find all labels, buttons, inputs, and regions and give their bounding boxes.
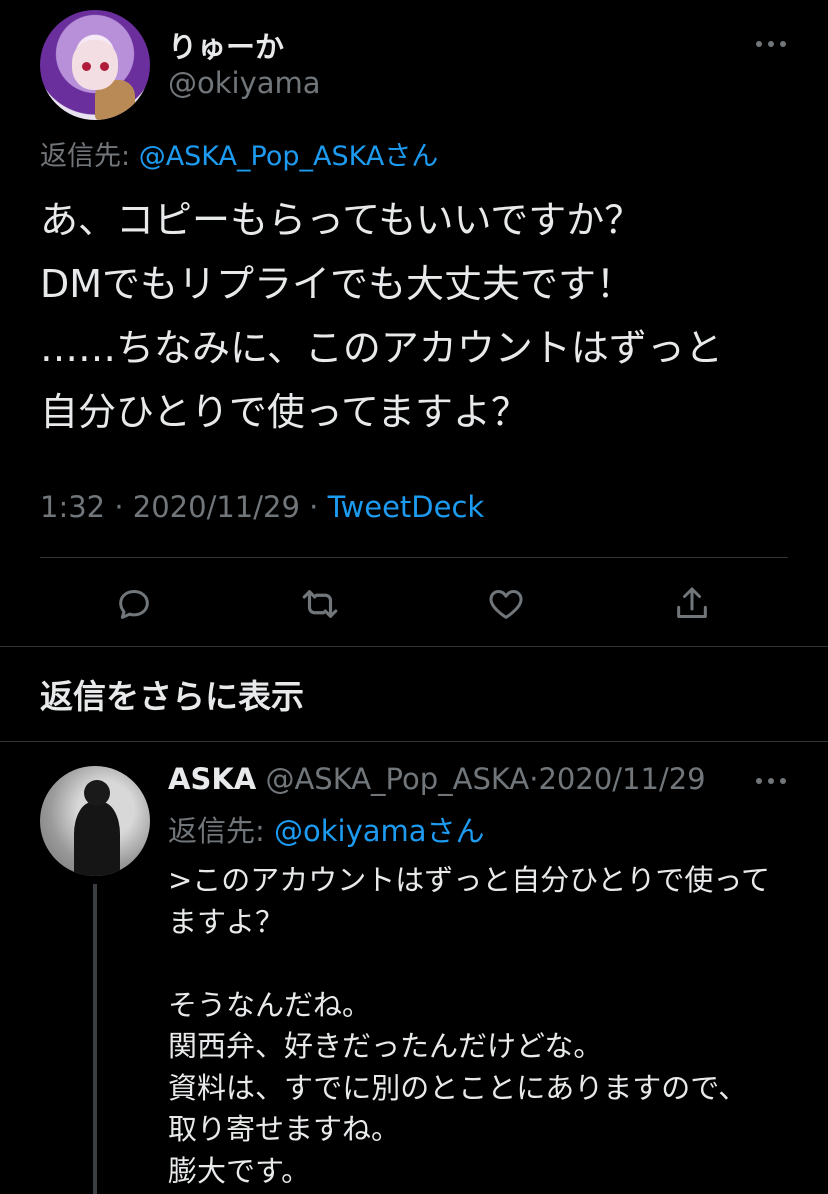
action-bar xyxy=(0,572,828,636)
tweet-text-line: 膨大です。 xyxy=(168,1153,311,1188)
main-tweet: りゅーか @okiyama 返信先: @ASKA_Pop_ASKAさん あ、コピ… xyxy=(0,0,828,646)
show-more-replies-link[interactable]: 返信をさらに表示 xyxy=(40,670,304,718)
avatar[interactable] xyxy=(40,766,150,876)
divider xyxy=(40,557,788,558)
reply-to-label: 返信先: xyxy=(168,814,274,848)
tweet-text: あ、コピーもらってもいいですか？ DMでもリプライでも大丈夫です！ ……ちなみに… xyxy=(40,188,800,444)
share-button[interactable] xyxy=(670,582,714,626)
handle[interactable]: @ASKA_Pop_ASKA xyxy=(265,762,529,796)
reply-to-user-link[interactable]: @okiyamaさん xyxy=(274,814,485,848)
like-button[interactable] xyxy=(484,582,528,626)
tweet-text-line: あ、コピーもらってもいいですか？ xyxy=(40,198,643,242)
tweet-source-link[interactable]: TweetDeck xyxy=(328,490,485,524)
tweet-text-line xyxy=(168,943,798,985)
retweet-button[interactable] xyxy=(298,582,342,626)
retweet-icon xyxy=(302,590,338,618)
reply-tweet[interactable]: ASKA @ASKA_Pop_ASKA·2020/11/29 返信先: @oki… xyxy=(0,742,828,1194)
tweet-text-line: 自分ひとりで使ってますよ？ xyxy=(40,390,530,434)
reply-bubble-icon xyxy=(119,590,149,619)
reply-to-user-link[interactable]: @ASKA_Pop_ASKAさん xyxy=(139,141,439,172)
tweet-text-line: 関西弁、好きだったんだけどな。 xyxy=(168,1029,603,1063)
reply-to-line: 返信先: @okiyamaさん xyxy=(168,808,485,850)
display-name[interactable]: ASKA xyxy=(168,762,256,796)
reply-to-line: 返信先: @ASKA_Pop_ASKAさん xyxy=(40,134,438,173)
tweet-time[interactable]: 1:32 xyxy=(40,490,105,524)
more-options-icon[interactable] xyxy=(756,776,786,786)
tweet-text-line: そうなんだね。 xyxy=(168,987,372,1022)
tweet-meta: 1:32 · 2020/11/29 · TweetDeck xyxy=(40,490,484,524)
reply-header: ASKA @ASKA_Pop_ASKA·2020/11/29 xyxy=(168,762,706,796)
meta-separator: · xyxy=(105,490,133,524)
more-options-icon[interactable] xyxy=(756,39,786,49)
tweet-text-line: DMでもリプライでも大丈夫です！ xyxy=(40,262,635,306)
handle[interactable]: @okiyama xyxy=(168,66,321,100)
tweet-text-line: 取り寄せますね。 xyxy=(168,1112,401,1146)
section-divider xyxy=(0,646,828,647)
tweet-text-line: >このアカウントはずっと自分ひとりで使って xyxy=(168,863,770,897)
tweet-date[interactable]: 2020/11/29 xyxy=(133,490,300,524)
reply-to-label: 返信先: xyxy=(40,141,139,172)
share-icon xyxy=(677,587,707,618)
display-name[interactable]: りゅーか xyxy=(168,24,284,66)
tweet-text-line: 資料は、すでに別のとことにありますので、 xyxy=(168,1070,748,1105)
tweet-text-line: ますよ？ xyxy=(168,904,285,939)
reply-button[interactable] xyxy=(112,582,156,626)
tweet-text-line: ……ちなみに、このアカウントはずっと xyxy=(40,326,723,370)
heart-icon xyxy=(489,590,523,619)
avatar[interactable] xyxy=(40,10,150,120)
tweet-text: >このアカウントはずっと自分ひとりで使って ますよ？ そうなんだね。 関西弁、好… xyxy=(168,860,798,1192)
tweet-date[interactable]: 2020/11/29 xyxy=(538,762,705,796)
meta-separator: · xyxy=(299,490,328,524)
thread-line xyxy=(93,884,97,1194)
